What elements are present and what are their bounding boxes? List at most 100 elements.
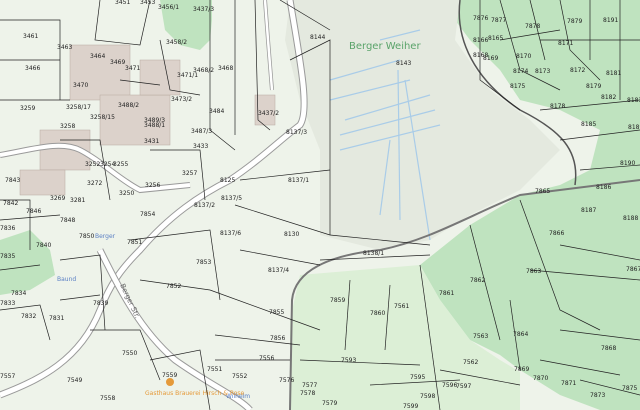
parcel-label: 8187 (581, 207, 596, 214)
parcel-label: 7867 (626, 266, 640, 273)
parcel-label: 3458/2 (166, 39, 187, 46)
place-label-baund: Baund (57, 276, 76, 283)
parcel-label: 3469 (110, 59, 125, 66)
parcel-label: 7559 (162, 372, 177, 379)
parcel-label: 7852 (166, 283, 181, 290)
parcel-label: 3468 (218, 65, 233, 72)
parcel-label: 7562 (463, 359, 478, 366)
parcel-label: 8138/1 (363, 250, 384, 257)
parcel-label: 8137/1 (288, 177, 309, 184)
parcel-label: 3250 (119, 190, 134, 197)
parcel-label: 8137/4 (268, 267, 289, 274)
parcel-label: 7839 (93, 300, 108, 307)
parcel-label: 7578 (300, 390, 315, 397)
parcel-label: 7835 (0, 253, 15, 260)
parcel-label: 3252 (85, 161, 100, 168)
parcel-label: 7599 (403, 403, 418, 410)
parcel-label: 3464 (90, 53, 105, 60)
parcel-label: 7836 (0, 225, 15, 232)
parcel-label: 8175 (510, 83, 525, 90)
parcel-label: 7862 (470, 277, 485, 284)
parcel-label: 3269 (50, 195, 65, 202)
parcel-label: 7593 (341, 357, 356, 364)
poi-label: Gasthaus Brauerei Hirsch & Rose (145, 390, 245, 397)
parcel-label: 7557 (0, 373, 15, 380)
parcel-label: 8125 (220, 177, 235, 184)
parcel-label: 8165 (488, 35, 503, 42)
parcel-label: 7876 (473, 15, 488, 22)
parcel-label: 7854 (140, 211, 155, 218)
parcel-label: 7833 (0, 300, 15, 307)
parcel-label: 7878 (525, 23, 540, 30)
parcel-label: 3431 (144, 138, 159, 145)
parcel-label: 3255 (113, 161, 128, 168)
parcel-label: 8190 (620, 160, 635, 167)
parcel-label: 7577 (302, 382, 317, 389)
parcel-label: 7843 (5, 177, 20, 184)
parcel-label: 8182 (601, 94, 616, 101)
parcel-label: 3258/15 (90, 114, 115, 121)
parcel-label: 3272 (87, 180, 102, 187)
parcel-label: 7549 (67, 377, 82, 384)
parcel-label: 7579 (322, 400, 337, 407)
water-label: Berger Weiher (349, 41, 421, 52)
parcel-label: 7563 (473, 333, 488, 340)
parcel-label: 7576 (279, 377, 294, 384)
parcel-label: 3466 (25, 65, 40, 72)
parcel-label: 7873 (590, 392, 605, 399)
parcel-label: 7861 (439, 290, 454, 297)
parcel-label: 3281 (70, 197, 85, 204)
parcel-label: 3451 (115, 0, 130, 6)
cadastral-map[interactable]: Berger Weiher Berger Str. Baund Berger W… (0, 0, 640, 410)
parcel-label: 3487/3 (191, 128, 212, 135)
parcel-label: 7597 (456, 383, 471, 390)
parcel-label: 8178 (550, 103, 565, 110)
parcel-label: 8185 (581, 121, 596, 128)
parcel-label: 8183 (627, 97, 640, 104)
parcel-label: 7855 (269, 309, 284, 316)
parcel-label: 7869 (514, 366, 529, 373)
parcel-label: 7850 (79, 233, 94, 240)
parcel-label: 7877 (491, 17, 506, 24)
parcel-label: 7856 (270, 335, 285, 342)
parcel-label: 7550 (122, 350, 137, 357)
parcel-label: 7863 (526, 268, 541, 275)
parcel-label: 8143 (396, 60, 411, 67)
parcel-label: 3488/2 (118, 102, 139, 109)
parcel-label: 8191 (603, 17, 618, 24)
parcel-label: 3488/1 (144, 122, 165, 129)
parcel-label: 8174 (513, 68, 528, 75)
parcel-label: 8137/6 (220, 230, 241, 237)
parcel-label: 3256 (145, 182, 160, 189)
parcel-label: 3484 (209, 108, 224, 115)
parcel-label: 7831 (49, 315, 64, 322)
parcel-label: 7851 (127, 239, 142, 246)
parcel-label: 8169 (483, 55, 498, 62)
parcel-label: 8172 (570, 67, 585, 74)
parcel-label: 8130 (284, 231, 299, 238)
parcel-label: 8166 (473, 37, 488, 44)
parcel-label: 3461 (23, 33, 38, 40)
parcel-label: 8137/3 (286, 129, 307, 136)
parcel-label: 3437/3 (193, 6, 214, 13)
parcel-label: 7865 (535, 188, 550, 195)
parcel-label: 7595 (410, 374, 425, 381)
parcel-label: 7832 (21, 313, 36, 320)
parcel-label: 3433 (193, 143, 208, 150)
parcel-label: 3257 (182, 170, 197, 177)
parcel-label: 7834 (11, 290, 26, 297)
parcel-label: 8137/2 (194, 202, 215, 209)
parcel-label: 7848 (60, 217, 75, 224)
restaurant-icon[interactable] (166, 378, 174, 386)
parcel-label: 8173 (535, 68, 550, 75)
parcel-label: 8171 (558, 40, 573, 47)
parcel-label: 7875 (622, 385, 637, 392)
parcel-label: 3258 (60, 123, 75, 130)
parcel-label: 8179 (586, 83, 601, 90)
parcel-label: 7853 (196, 259, 211, 266)
parcel-label: 3463 (57, 44, 72, 51)
parcel-label: 8186 (596, 184, 611, 191)
parcel-label: 8137/5 (221, 195, 242, 202)
parcel-label: 8170 (516, 53, 531, 60)
parcel-label: 7864 (513, 331, 528, 338)
